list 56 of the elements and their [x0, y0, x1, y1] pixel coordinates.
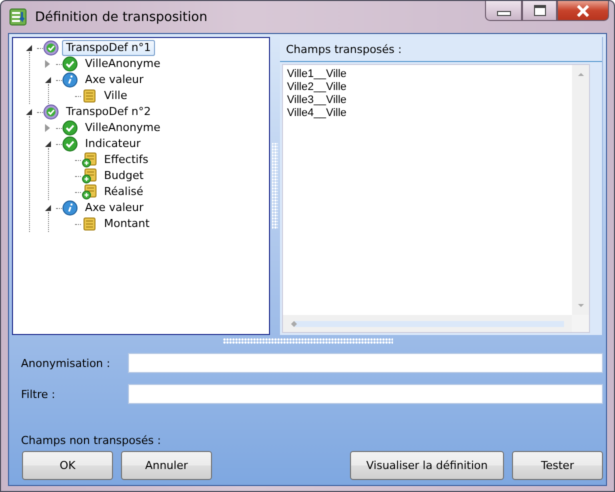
- section-label: Champs non transposés :: [21, 434, 162, 447]
- collapse-arrow-icon[interactable]: [45, 141, 51, 147]
- expand-arrow-icon[interactable]: [45, 60, 50, 68]
- info-icon: [62, 72, 78, 88]
- dialog-button[interactable]: Annuler: [121, 451, 212, 480]
- input-field[interactable]: [128, 384, 603, 404]
- collapse-arrow-icon[interactable]: [26, 45, 32, 51]
- maximize-icon: [534, 5, 546, 16]
- tree-item[interactable]: Budget: [100, 168, 148, 184]
- minimize-button[interactable]: [485, 1, 522, 21]
- tree-item[interactable]: Effectifs: [100, 152, 152, 168]
- tree-item[interactable]: Montant: [100, 216, 154, 232]
- maximize-button[interactable]: [522, 1, 557, 21]
- horizontal-scrollbar[interactable]: [283, 315, 572, 332]
- close-button[interactable]: [557, 1, 609, 21]
- tree-item[interactable]: Axe valeur: [81, 200, 148, 216]
- scroll-plus-icon: [81, 184, 97, 200]
- check-circle-icon: [62, 120, 78, 136]
- field-label: Anonymisation :: [21, 356, 112, 370]
- window-title: Définition de transposition: [35, 10, 208, 24]
- tree-item[interactable]: Ville: [100, 88, 132, 104]
- collapse-arrow-icon[interactable]: [45, 77, 51, 83]
- tree-item[interactable]: Réalisé: [100, 184, 148, 200]
- input-field[interactable]: [128, 353, 603, 373]
- scroll-icon: [81, 216, 97, 232]
- expand-arrow-icon[interactable]: [45, 124, 50, 132]
- dialog-button[interactable]: Tester: [512, 451, 603, 480]
- app-icon: [9, 8, 27, 26]
- splitter-handle[interactable]: [222, 338, 392, 344]
- minimize-icon: [496, 11, 510, 16]
- dialog-button[interactable]: Visualiser la définition: [350, 451, 504, 480]
- field-label: Filtre :: [21, 388, 56, 400]
- collapse-arrow-icon[interactable]: [26, 109, 32, 115]
- vertical-scrollbar[interactable]: [572, 65, 589, 315]
- tree-item[interactable]: TranspoDef n°2: [62, 104, 155, 120]
- section-label: Champs transposés :: [286, 42, 402, 56]
- check-badge-icon: [43, 104, 59, 120]
- check-circle-icon: [62, 56, 78, 72]
- collapse-arrow-icon[interactable]: [45, 205, 51, 211]
- tree-item[interactable]: TranspoDef n°1: [62, 40, 155, 56]
- info-icon: [62, 200, 78, 216]
- dialog-button[interactable]: OK: [22, 451, 113, 480]
- tree-item[interactable]: Axe valeur: [81, 72, 148, 88]
- list-item[interactable]: Ville2__Ville: [287, 81, 568, 94]
- scroll-plus-icon: [81, 152, 97, 168]
- close-icon: [576, 4, 590, 16]
- check-circle-icon: [62, 136, 78, 152]
- list-item[interactable]: Ville3__Ville: [287, 94, 568, 107]
- list-item[interactable]: Ville4__Ville: [287, 107, 568, 120]
- tree-item[interactable]: Indicateur: [81, 136, 145, 152]
- check-badge-icon: [43, 40, 59, 56]
- tree-item[interactable]: VilleAnonyme: [81, 56, 164, 72]
- scroll-icon: [81, 88, 97, 104]
- list-item[interactable]: Ville1__Ville: [287, 68, 568, 81]
- scroll-plus-icon: [81, 168, 97, 184]
- tree-item[interactable]: VilleAnonyme: [81, 120, 164, 136]
